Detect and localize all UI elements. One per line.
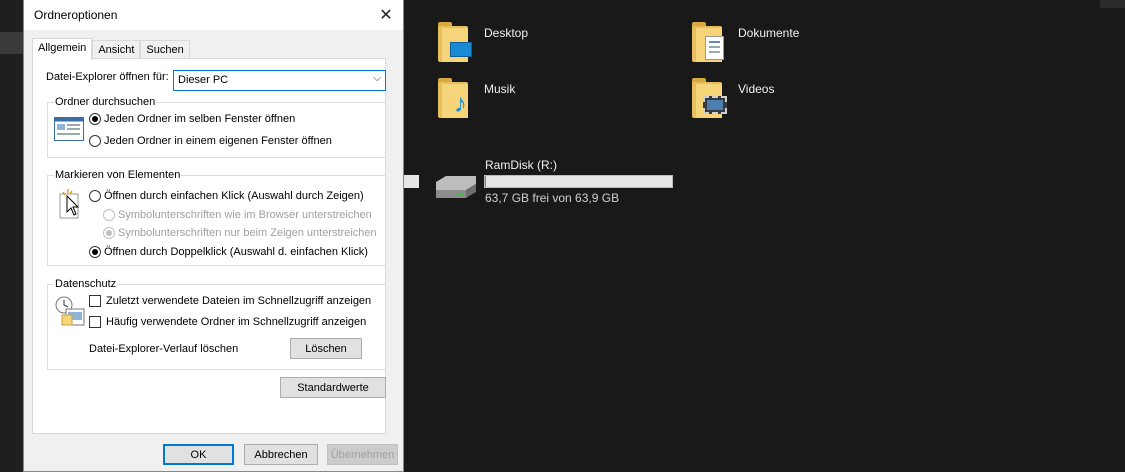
radio-own-window[interactable]: Jeden Ordner in einem eigenen Fenster öf… bbox=[89, 135, 332, 147]
radio-underline-hover[interactable]: Symbolunterschriften nur beim Zeigen unt… bbox=[103, 227, 377, 239]
dialog-title: Ordneroptionen bbox=[34, 8, 118, 22]
drive-usage-fill bbox=[485, 176, 486, 187]
navigation-pane bbox=[0, 0, 24, 472]
checkbox-indicator[interactable] bbox=[89, 295, 101, 307]
tab-view[interactable]: Ansicht bbox=[92, 40, 141, 60]
radio-indicator[interactable] bbox=[103, 209, 115, 221]
clear-history-button[interactable]: Löschen bbox=[290, 338, 362, 359]
apply-button[interactable]: Übernehmen bbox=[327, 444, 398, 465]
selected-nav-item[interactable] bbox=[0, 32, 24, 54]
radio-indicator[interactable] bbox=[89, 246, 101, 258]
tab-general[interactable]: Allgemein bbox=[32, 38, 93, 60]
title-bar: Ordneroptionen ✕ bbox=[24, 0, 403, 30]
drive-bar-partial bbox=[404, 175, 419, 188]
history-privacy-icon bbox=[54, 295, 86, 330]
folder-videos[interactable]: Videos bbox=[692, 78, 774, 120]
group-title: Markieren von Elementen bbox=[54, 169, 182, 181]
window-edge bbox=[1100, 0, 1125, 8]
music-folder-icon: ♪ bbox=[438, 78, 474, 120]
checkbox-indicator[interactable] bbox=[89, 316, 101, 328]
open-for-label: Datei-Explorer öffnen für: bbox=[46, 71, 169, 83]
checkbox-label: Häufig verwendete Ordner im Schnellzugri… bbox=[106, 316, 367, 328]
drive-name: RamDisk (R:) bbox=[485, 158, 557, 172]
radio-same-window[interactable]: Jeden Ordner im selben Fenster öffnen bbox=[89, 113, 295, 125]
group-privacy: Datenschutz Zuletzt verwendete Dateien i… bbox=[47, 278, 386, 370]
checkbox-frequent-folders[interactable]: Häufig verwendete Ordner im Schnellzugri… bbox=[89, 316, 366, 328]
checkbox-label: Zuletzt verwendete Dateien im Schnellzug… bbox=[106, 295, 372, 307]
close-button[interactable]: ✕ bbox=[369, 0, 403, 30]
videos-folder-icon bbox=[692, 78, 728, 120]
group-title: Ordner durchsuchen bbox=[54, 96, 157, 108]
pointer-click-icon bbox=[58, 188, 84, 223]
drive-free-space: 63,7 GB frei von 63,9 GB bbox=[485, 191, 620, 205]
group-title: Datenschutz bbox=[54, 278, 118, 290]
hard-drive-icon bbox=[432, 174, 478, 200]
folder-options-dialog: Ordneroptionen ✕ Allgemein Ansicht Suche… bbox=[23, 0, 404, 472]
chevron-down-icon: ⌵ bbox=[373, 73, 381, 84]
group-click-items: Markieren von Elementen Öffnen durch ein… bbox=[47, 169, 386, 266]
radio-double-click[interactable]: Öffnen durch Doppelklick (Auswahl d. ein… bbox=[89, 246, 368, 258]
open-for-value: Dieser PC bbox=[178, 74, 229, 86]
radio-label: Jeden Ordner in einem eigenen Fenster öf… bbox=[104, 135, 332, 147]
drive-usage-bar bbox=[484, 175, 673, 188]
ok-button[interactable]: OK bbox=[163, 444, 234, 465]
radio-underline-browser[interactable]: Symbolunterschriften wie im Browser unte… bbox=[103, 209, 372, 221]
folder-documents[interactable]: Dokumente bbox=[692, 22, 799, 64]
desktop-folder-icon bbox=[438, 22, 474, 64]
folder-label: Videos bbox=[738, 82, 775, 96]
folder-label: Desktop bbox=[484, 26, 529, 40]
radio-label: Öffnen durch Doppelklick (Auswahl d. ein… bbox=[104, 246, 368, 258]
folder-label: Musik bbox=[484, 82, 516, 96]
tab-search[interactable]: Suchen bbox=[140, 40, 190, 60]
radio-indicator[interactable] bbox=[89, 113, 101, 125]
cancel-button[interactable]: Abbrechen bbox=[244, 444, 318, 465]
clear-history-label: Datei-Explorer-Verlauf löschen bbox=[89, 343, 239, 355]
window-layout-icon bbox=[54, 117, 84, 144]
radio-label: Jeden Ordner im selben Fenster öffnen bbox=[104, 113, 296, 125]
folder-music[interactable]: ♪ Musik bbox=[438, 78, 515, 120]
documents-folder-icon bbox=[692, 22, 728, 64]
radio-indicator[interactable] bbox=[103, 227, 115, 239]
radio-label: Öffnen durch einfachen Klick (Auswahl du… bbox=[104, 190, 364, 202]
radio-indicator[interactable] bbox=[89, 190, 101, 202]
tab-panel-general: Datei-Explorer öffnen für: Dieser PC ⌵ O… bbox=[32, 58, 386, 434]
radio-label: Symbolunterschriften wie im Browser unte… bbox=[118, 209, 372, 221]
radio-single-click[interactable]: Öffnen durch einfachen Klick (Auswahl du… bbox=[89, 190, 364, 202]
folder-label: Dokumente bbox=[738, 26, 800, 40]
open-for-select[interactable]: Dieser PC ⌵ bbox=[173, 70, 386, 91]
tab-bar: Allgemein Ansicht Suchen bbox=[32, 38, 190, 60]
restore-defaults-button[interactable]: Standardwerte bbox=[280, 377, 386, 398]
group-browse-folders: Ordner durchsuchen Jeden Ordner im selbe… bbox=[47, 96, 386, 158]
folder-desktop[interactable]: Desktop bbox=[438, 22, 528, 64]
close-icon: ✕ bbox=[379, 7, 393, 24]
radio-indicator[interactable] bbox=[89, 135, 101, 147]
checkbox-recent-files[interactable]: Zuletzt verwendete Dateien im Schnellzug… bbox=[89, 295, 371, 307]
radio-label: Symbolunterschriften nur beim Zeigen unt… bbox=[118, 227, 377, 239]
